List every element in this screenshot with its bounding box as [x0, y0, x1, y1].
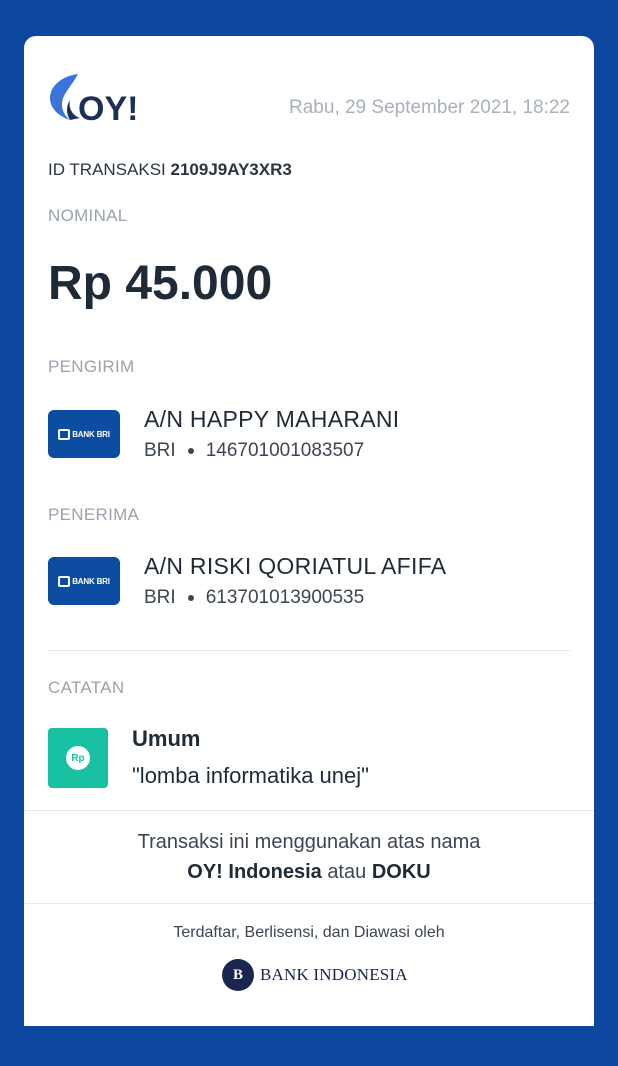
bank-logo-text: BANK BRI [72, 429, 110, 439]
bri-bank-logo: BANK BRI [48, 557, 120, 605]
separator-dot [187, 594, 194, 601]
receipt-header: OY! Rabu, 29 September 2021, 18:22 [48, 70, 570, 130]
company-doku: DOKU [371, 861, 431, 883]
bank-indonesia-name: BANK INDONESIA [260, 965, 408, 984]
note-text: "lomba informatika unej" [132, 763, 369, 788]
recipient-label: PENERIMA [48, 505, 140, 524]
sender-account: BRI 146701001083507 [144, 440, 364, 462]
recipient-name: A/N RISKI QORIATUL AFIFA [144, 553, 447, 579]
note-title: Umum [132, 726, 201, 751]
sender-name: A/N HAPPY MAHARANI [144, 406, 400, 432]
bri-mark-icon [58, 575, 71, 587]
recipient-info: BANK BRI A/N RISKI QORIATUL AFIFA BRI 613… [48, 553, 568, 623]
bri-mark-icon [58, 428, 71, 440]
transaction-datetime: Rabu, 29 September 2021, 18:22 [289, 97, 570, 118]
footer-line-1: Transaksi ini menggunakan atas nama [137, 831, 481, 853]
footer-line-2: OY! Indonesia atau DOKU [24, 861, 594, 884]
receipt-torn-edge [24, 1010, 594, 1026]
section-divider [48, 650, 570, 651]
transaction-receipt: OY! Rabu, 29 September 2021, 18:22 ID TR… [24, 36, 594, 1026]
regulator-divider [24, 903, 594, 904]
sender-account-number: 146701001083507 [205, 440, 365, 461]
rupiah-coin-icon: Rp [66, 746, 90, 770]
recipient-account-number: 613701013900535 [205, 587, 365, 608]
bank-indonesia-seal-icon: B [222, 959, 254, 991]
company-connector: atau [327, 861, 367, 883]
nominal-label: NOMINAL [48, 206, 128, 225]
logo-text: OY! [78, 90, 138, 124]
oy-logo: OY! [50, 74, 138, 124]
transaction-id-label: ID TRANSAKSI [48, 160, 166, 179]
bri-bank-logo: BANK BRI [48, 410, 120, 458]
sender-info: BANK BRI A/N HAPPY MAHARANI BRI 146701001… [48, 406, 568, 476]
note-category-icon: Rp [48, 728, 108, 788]
sender-bank: BRI [144, 440, 176, 461]
company-oy: OY! Indonesia [187, 861, 322, 883]
footer-divider [24, 810, 594, 811]
note-label: CATATAN [48, 678, 125, 697]
bank-indonesia-logo: B BANK INDONESIA [222, 958, 408, 992]
recipient-account: BRI 613701013900535 [144, 587, 364, 609]
transaction-id: ID TRANSAKSI 2109J9AY3XR3 [48, 160, 292, 180]
transaction-amount: Rp 45.000 [48, 257, 273, 310]
regulated-text: Terdaftar, Berlisensi, dan Diawasi oleh [173, 924, 445, 941]
transaction-id-value: 2109J9AY3XR3 [170, 160, 292, 179]
sender-label: PENGIRIM [48, 357, 135, 376]
recipient-bank: BRI [144, 587, 176, 608]
separator-dot [187, 447, 194, 454]
bank-logo-text: BANK BRI [72, 576, 110, 586]
